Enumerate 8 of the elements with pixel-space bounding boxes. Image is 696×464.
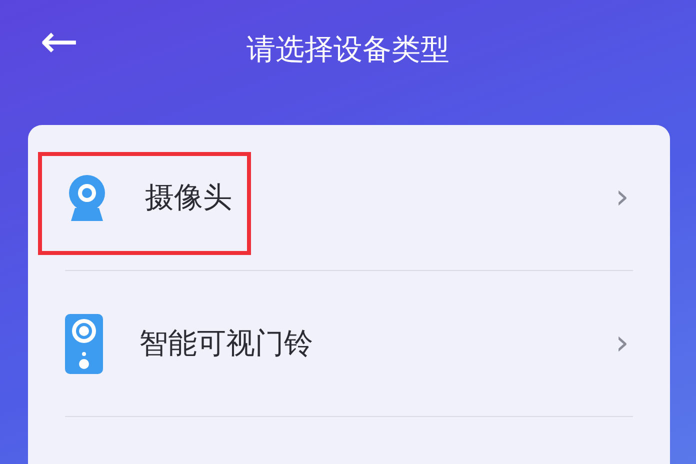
page-title: 请选择设备类型 xyxy=(246,32,450,66)
chevron-icon: › xyxy=(615,172,629,223)
back-button[interactable]: ← xyxy=(40,18,79,64)
device-type-label: 摄像头 xyxy=(145,178,232,216)
device-type-row[interactable]: 摄像头 › xyxy=(65,125,633,271)
chevron-icon: › xyxy=(615,318,629,369)
device-type-row[interactable]: 智能可视门铃 › xyxy=(65,271,633,417)
device-type-label: 智能可视门铃 xyxy=(139,324,313,362)
